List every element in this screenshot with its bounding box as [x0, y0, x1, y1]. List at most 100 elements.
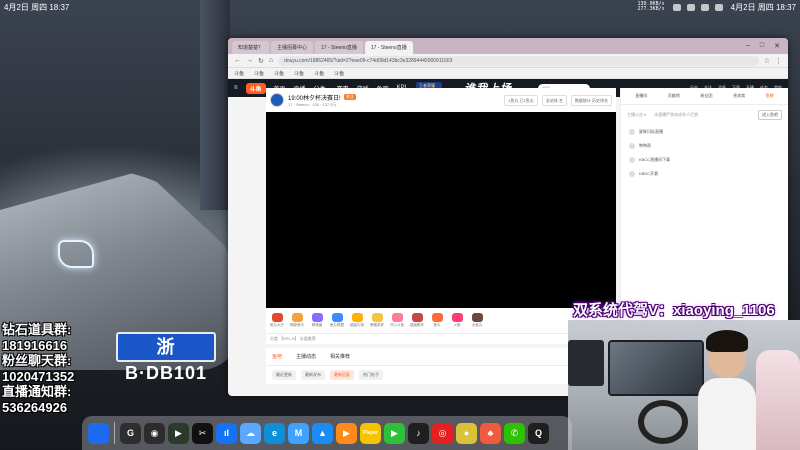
filter-chip-active[interactable]: 最新回复 [330, 370, 354, 380]
gift-label: 鱼丸大厅 [270, 323, 284, 327]
bean-icon[interactable]: ● [456, 422, 477, 444]
follow-button[interactable]: 关注 [343, 94, 356, 100]
gift-item[interactable]: 大鱼丸 [470, 313, 484, 328]
gift-icon [431, 313, 443, 322]
browser-tab[interactable]: 知道楚楚？ [232, 41, 270, 54]
bookmark-item[interactable]: 斗鱼 [254, 70, 264, 77]
lark-icon[interactable]: ıl [216, 422, 237, 444]
avatar[interactable] [270, 93, 284, 107]
lake-icon[interactable]: ▲ [312, 422, 333, 444]
menubar-clock-right[interactable]: 4月2日 周四 18:37 [731, 2, 796, 13]
side-tab[interactable]: 粉丝团 [700, 93, 712, 99]
url-input[interactable]: douyu.com/18862465/?uid=2?eae09-c74d09d1… [278, 55, 759, 66]
side-tab-active[interactable]: 鱼粮 [766, 93, 774, 99]
obs-icon[interactable]: ◉ [144, 422, 165, 444]
netease-icon[interactable]: ◎ [432, 422, 453, 444]
notice-dropdown[interactable]: 主播公告 ▾ [627, 112, 646, 118]
bookmark-item[interactable]: 斗鱼 [294, 70, 304, 77]
tencent-video-icon[interactable]: ▶ [336, 422, 357, 444]
gift-item[interactable]: 荣耀奖杯 [370, 313, 384, 328]
edge-icon[interactable]: e [264, 422, 285, 444]
car-headlight [58, 240, 94, 268]
gift-label: 鱼丸联盟 [330, 323, 344, 327]
dock-separator [114, 422, 115, 444]
filter-chip[interactable]: 最近更新 [272, 370, 296, 380]
capcut-icon[interactable]: ✂ [192, 422, 213, 444]
gift-item[interactable]: 开心斗鱼 [390, 313, 404, 328]
iqiyi-icon[interactable]: ▶ [384, 422, 405, 444]
browser-tab[interactable]: 主播招募中心 [271, 41, 314, 54]
search-icon[interactable] [700, 3, 709, 11]
gift-item[interactable]: 鸭嘴兽 [310, 313, 324, 328]
hamburger-icon[interactable]: ≡ [234, 85, 238, 91]
showroom-window [200, 0, 230, 210]
bookmark-item[interactable]: 斗鱼 [334, 70, 344, 77]
site-logo[interactable]: 斗鱼 [245, 82, 266, 94]
gift-item[interactable]: 鸭脖音乐 [290, 313, 304, 328]
battery-icon[interactable] [686, 3, 695, 11]
gift-icon [331, 313, 343, 322]
list-item[interactable]: KBDC开赛 [621, 167, 788, 181]
gift-icon [391, 313, 403, 322]
list-item[interactable]: 鸭鸭帮 [621, 139, 788, 153]
finder-icon[interactable] [88, 422, 109, 444]
star-icon[interactable]: ☆ [764, 57, 770, 65]
gift-item[interactable]: 鱼丸大厅 [270, 313, 284, 328]
bookmark-item[interactable]: 斗鱼 [274, 70, 284, 77]
network-speed: 130.0KB/s 277.3KB/s [637, 1, 665, 12]
gift-item[interactable]: 火箭 [450, 313, 464, 328]
room-action-button[interactable]: 数据统计 历史排名 [570, 94, 612, 106]
maximize-icon[interactable]: □ [760, 42, 764, 50]
gift-item[interactable]: 鱼丸 [430, 313, 444, 328]
tab-related[interactable]: 相关推荐 [330, 353, 350, 360]
menubar-clock-left[interactable]: 4月2日 周四 18:37 [4, 2, 69, 13]
meitu-icon[interactable]: M [288, 422, 309, 444]
bookmark-item[interactable]: 斗鱼 [234, 70, 244, 77]
bookmark-item[interactable]: 斗鱼 [314, 70, 324, 77]
terminal-icon[interactable]: ▶ [168, 422, 189, 444]
filter-row: 最近更新 最新发布 最新回复 热门帖子 [266, 366, 616, 384]
reload-icon[interactable]: ↻ [258, 57, 264, 65]
music-icon[interactable]: ♪ [408, 422, 429, 444]
browser-tab-active[interactable]: 17 - Steeno直播 [364, 41, 413, 54]
wechat-icon[interactable]: ✆ [504, 422, 525, 444]
cam-monitor-small [568, 340, 604, 386]
room-action-button[interactable]: 1鱼丸 已1鱼丸 [504, 94, 538, 106]
room-action-button[interactable]: 全站排 名 [541, 94, 567, 106]
item-dot-icon [629, 129, 635, 135]
filter-chip[interactable]: 最新发布 [301, 370, 325, 380]
dock: G ◉ ▶ ✂ ıl ☁ e M ▲ ▶ Player ▶ ♪ ◎ ● ♣ ✆ Q [82, 416, 572, 450]
back-icon[interactable]: ← [234, 57, 241, 64]
qq-icon[interactable]: Q [528, 422, 549, 444]
forward-icon[interactable]: → [246, 57, 253, 64]
close-icon[interactable]: ✕ [774, 42, 780, 50]
gift-item[interactable]: 鱼丸联盟 [330, 313, 344, 328]
side-tab[interactable]: 贵宾席 [733, 93, 745, 99]
gift-item[interactable]: 超级跑车 [410, 313, 424, 328]
tab-anchor-feed[interactable]: 主播动态 [296, 353, 316, 360]
category-info[interactable]: 分类 【KPL-S】 分类推荐 [270, 336, 316, 342]
streamer [698, 330, 756, 450]
cloud-icon[interactable]: ☁ [240, 422, 261, 444]
tab-bar: 知道楚楚？ 主播招募中心 17 - Steeno直播 17 - Steeno直播… [228, 38, 788, 54]
gaming-chair [756, 350, 800, 450]
gift-item[interactable]: 超级礼物 [350, 313, 364, 328]
tab-fishbar[interactable]: 鱼吧 [272, 353, 282, 360]
chrome-icon[interactable]: G [120, 422, 141, 444]
side-tab[interactable]: 贡献榜 [668, 93, 680, 99]
minimize-icon[interactable]: – [746, 42, 750, 50]
list-item[interactable]: KBCC直播间下载 [621, 153, 788, 167]
side-tab[interactable]: 直播间 [635, 93, 647, 99]
menu-icon[interactable]: ⋮ [775, 57, 782, 65]
home-icon[interactable]: ⌂ [269, 57, 273, 64]
video-player[interactable] [266, 112, 616, 308]
player-icon[interactable]: Player [360, 422, 381, 444]
list-item[interactable]: 星辉闪烁直播 [621, 125, 788, 139]
control-center-icon[interactable] [714, 3, 723, 11]
wifi-icon[interactable] [672, 3, 681, 11]
menubar-status-icons [672, 3, 723, 11]
lizard-icon[interactable]: ♣ [480, 422, 501, 444]
browser-tab[interactable]: 17 - Steeno直播 [315, 41, 363, 54]
filter-chip[interactable]: 热门帖子 [359, 370, 383, 380]
enter-fishbar-button[interactable]: 进入鱼吧 [758, 110, 782, 120]
